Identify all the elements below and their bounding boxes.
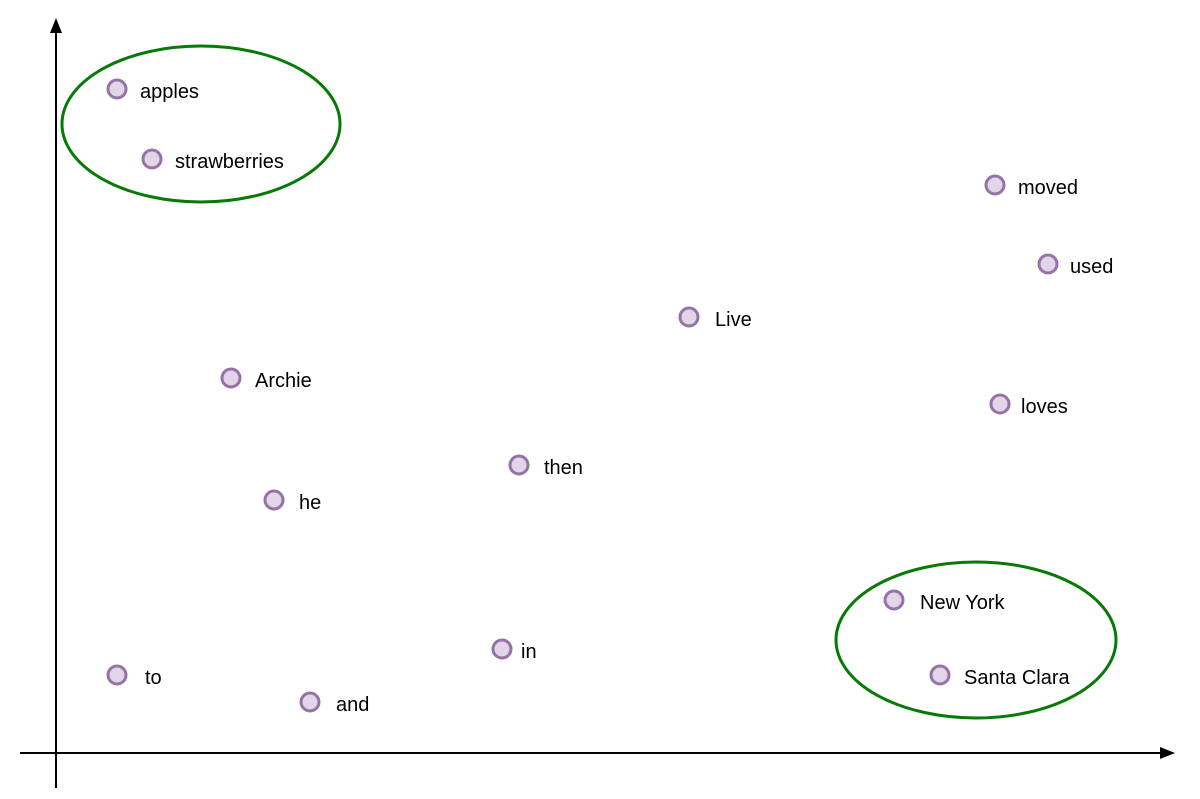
point-marker — [491, 638, 513, 660]
point-marker — [106, 78, 128, 100]
y-axis-arrow — [50, 18, 62, 33]
point-label: in — [521, 641, 537, 663]
point-then: then — [508, 454, 583, 479]
point-loves: loves — [989, 393, 1068, 418]
point-moved: moved — [984, 174, 1078, 199]
point-archie: Archie — [220, 367, 312, 392]
point-marker — [989, 393, 1011, 415]
point-label: he — [299, 492, 321, 514]
point-marker — [678, 306, 700, 328]
point-label: to — [145, 667, 162, 689]
point-marker — [106, 664, 128, 686]
point-new-york: New York — [883, 589, 1005, 614]
point-label: then — [544, 457, 583, 479]
point-marker — [984, 174, 1006, 196]
point-he: he — [263, 489, 321, 514]
point-label: apples — [140, 81, 199, 103]
cluster-cities — [834, 560, 1118, 720]
point-marker — [141, 148, 163, 170]
point-marker — [508, 454, 530, 476]
clusters — [60, 44, 1118, 720]
point-label: loves — [1021, 396, 1068, 418]
point-label: New York — [920, 592, 1005, 614]
point-marker — [1037, 253, 1059, 275]
point-marker — [263, 489, 285, 511]
point-label: strawberries — [175, 151, 284, 173]
point-label: Santa Clara — [964, 667, 1070, 689]
point-marker — [929, 664, 951, 686]
point-label: used — [1070, 256, 1113, 278]
word-embedding-diagram: apples strawberries moved used Live Archie lov… — [20, 18, 1175, 788]
point-apples: apples — [106, 78, 199, 103]
point-label: and — [336, 694, 369, 716]
point-live: Live — [678, 306, 752, 331]
point-and: and — [299, 691, 369, 716]
point-marker — [883, 589, 905, 611]
points: apples strawberries moved used Live Archie lov… — [106, 78, 1113, 716]
point-strawberries: strawberries — [141, 148, 284, 173]
point-marker — [299, 691, 321, 713]
point-label: Live — [715, 309, 752, 331]
cluster-fruits — [60, 44, 342, 204]
point-in: in — [491, 638, 537, 663]
point-label: moved — [1018, 177, 1078, 199]
x-axis-arrow — [1160, 747, 1175, 759]
point-santa-clara: Santa Clara — [929, 664, 1070, 689]
point-label: Archie — [255, 370, 312, 392]
point-used: used — [1037, 253, 1113, 278]
point-marker — [220, 367, 242, 389]
point-to: to — [106, 664, 162, 689]
